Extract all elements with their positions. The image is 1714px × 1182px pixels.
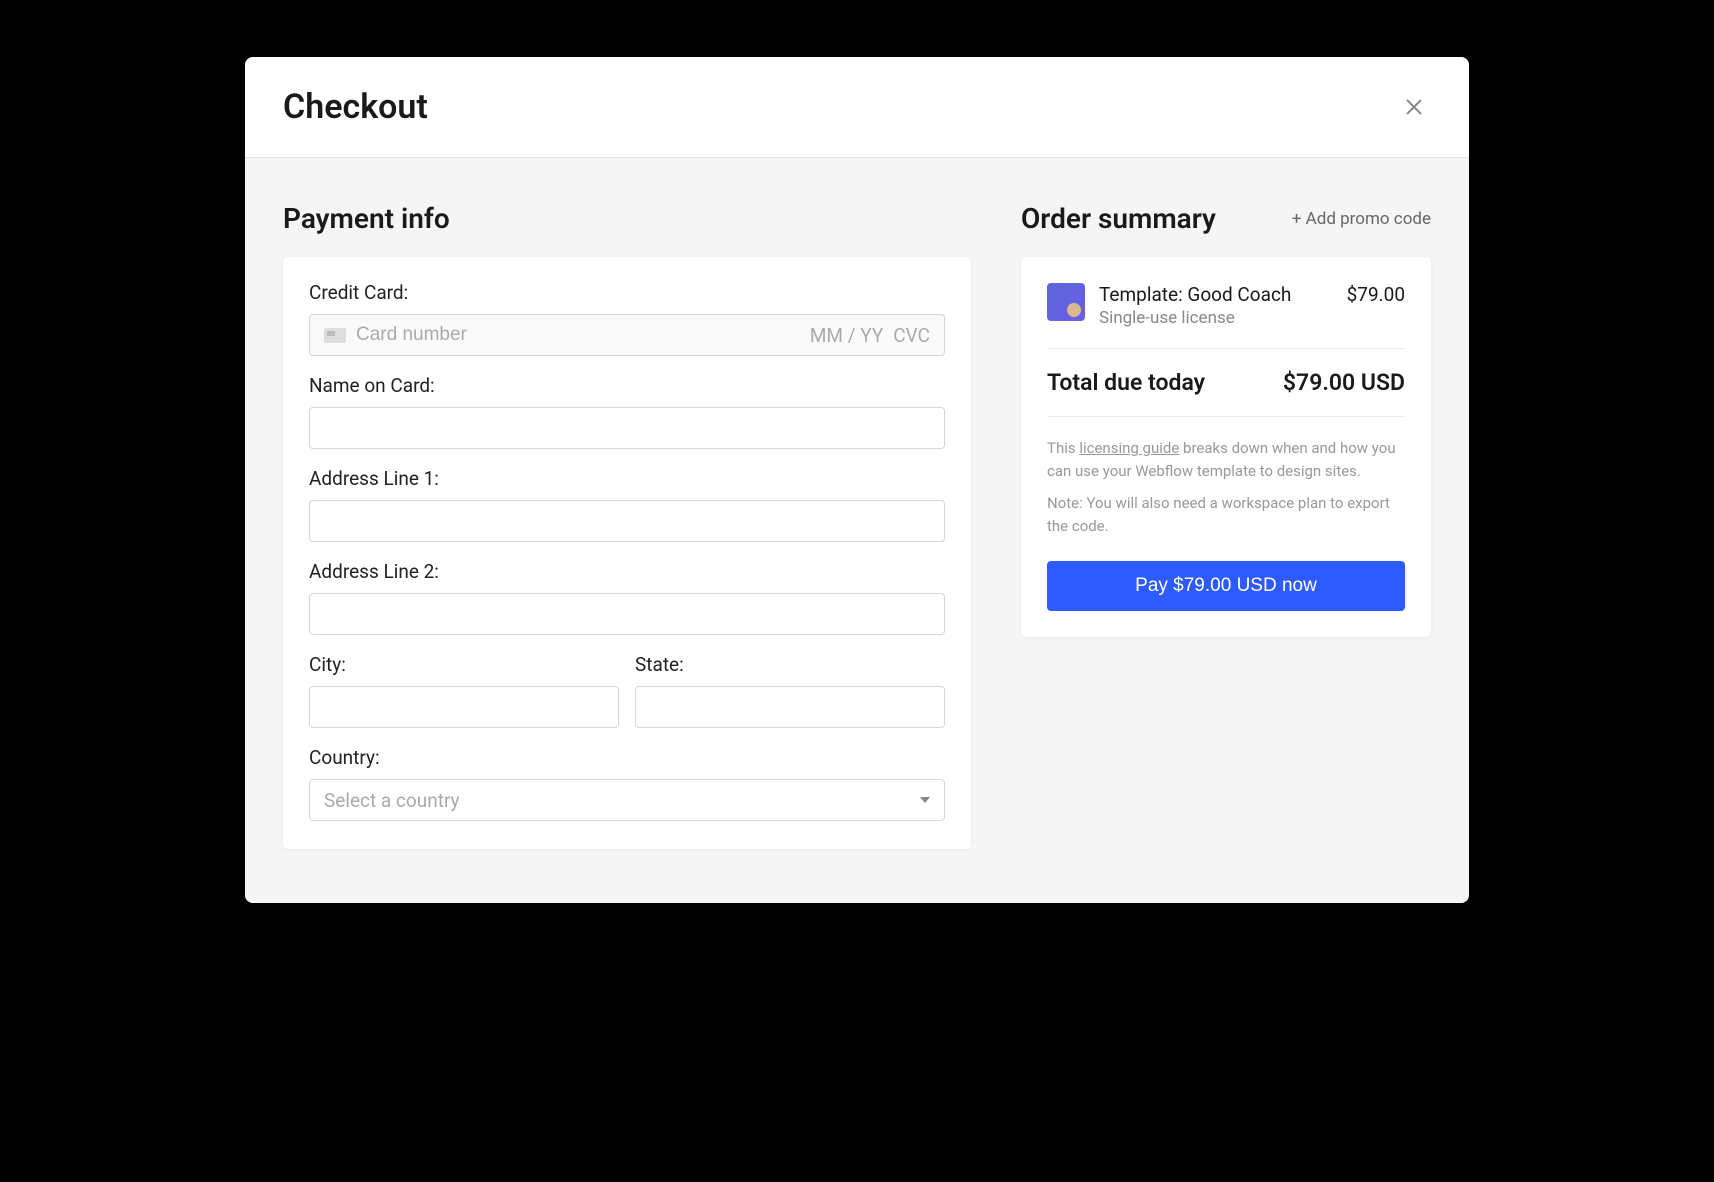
- modal-body: Payment info Credit Card: MM / YY CVC Na…: [245, 158, 1469, 903]
- city-label: City:: [309, 653, 619, 676]
- country-label: Country:: [309, 746, 945, 769]
- state-label: State:: [635, 653, 945, 676]
- city-state-row: City: State:: [309, 653, 945, 746]
- close-icon: [1403, 96, 1425, 118]
- line-item-title: Template: Good Coach: [1099, 283, 1333, 306]
- add-promo-code-link[interactable]: + Add promo code: [1292, 209, 1431, 229]
- fine-print: This licensing guide breaks down when an…: [1047, 417, 1405, 561]
- country-group: Country: Select a country: [309, 746, 945, 821]
- card-expiry-input[interactable]: MM / YY: [810, 324, 883, 347]
- licensing-text: This licensing guide breaks down when an…: [1047, 437, 1405, 482]
- checkout-modal: Checkout Payment info Credit Card: MM / …: [245, 57, 1469, 903]
- card-cvc-input[interactable]: CVC: [893, 324, 930, 347]
- credit-card-icon: [324, 328, 346, 343]
- summary-column: Order summary + Add promo code Template:…: [1021, 202, 1431, 849]
- card-input-row[interactable]: MM / YY CVC: [309, 314, 945, 356]
- modal-title: Checkout: [283, 87, 428, 127]
- credit-card-label: Credit Card:: [309, 281, 945, 304]
- country-select[interactable]: Select a country: [309, 779, 945, 821]
- modal-header: Checkout: [245, 57, 1469, 158]
- product-thumbnail: [1047, 283, 1085, 321]
- state-input[interactable]: [635, 686, 945, 728]
- order-summary-card: Template: Good Coach Single-use license …: [1021, 257, 1431, 637]
- summary-section-title: Order summary: [1021, 202, 1216, 235]
- total-amount: $79.00 USD: [1283, 369, 1405, 396]
- total-label: Total due today: [1047, 369, 1205, 396]
- state-group: State:: [635, 653, 945, 746]
- name-on-card-input[interactable]: [309, 407, 945, 449]
- licensing-guide-link[interactable]: licensing guide: [1079, 439, 1179, 457]
- name-on-card-group: Name on Card:: [309, 374, 945, 449]
- address1-label: Address Line 1:: [309, 467, 945, 490]
- name-on-card-label: Name on Card:: [309, 374, 945, 397]
- pay-now-button[interactable]: Pay $79.00 USD now: [1047, 561, 1405, 611]
- line-item-text: Template: Good Coach Single-use license: [1099, 283, 1333, 328]
- chevron-down-icon: [920, 797, 930, 803]
- payment-form-card: Credit Card: MM / YY CVC Name on Card: A…: [283, 257, 971, 849]
- payment-column: Payment info Credit Card: MM / YY CVC Na…: [283, 202, 971, 849]
- country-select-placeholder: Select a country: [324, 789, 460, 812]
- card-number-input[interactable]: [356, 324, 800, 346]
- address1-group: Address Line 1:: [309, 467, 945, 542]
- payment-section-header: Payment info: [283, 202, 971, 235]
- workspace-note: Note: You will also need a workspace pla…: [1047, 492, 1405, 537]
- address2-group: Address Line 2:: [309, 560, 945, 635]
- close-button[interactable]: [1397, 90, 1431, 124]
- city-input[interactable]: [309, 686, 619, 728]
- address1-input[interactable]: [309, 500, 945, 542]
- line-item-price: $79.00: [1347, 283, 1405, 328]
- payment-section-title: Payment info: [283, 202, 450, 235]
- credit-card-group: Credit Card: MM / YY CVC: [309, 281, 945, 356]
- address2-label: Address Line 2:: [309, 560, 945, 583]
- order-line-item: Template: Good Coach Single-use license …: [1047, 283, 1405, 349]
- address2-input[interactable]: [309, 593, 945, 635]
- city-group: City:: [309, 653, 619, 728]
- summary-section-header: Order summary + Add promo code: [1021, 202, 1431, 235]
- line-item-subtitle: Single-use license: [1099, 308, 1333, 328]
- total-row: Total due today $79.00 USD: [1047, 349, 1405, 417]
